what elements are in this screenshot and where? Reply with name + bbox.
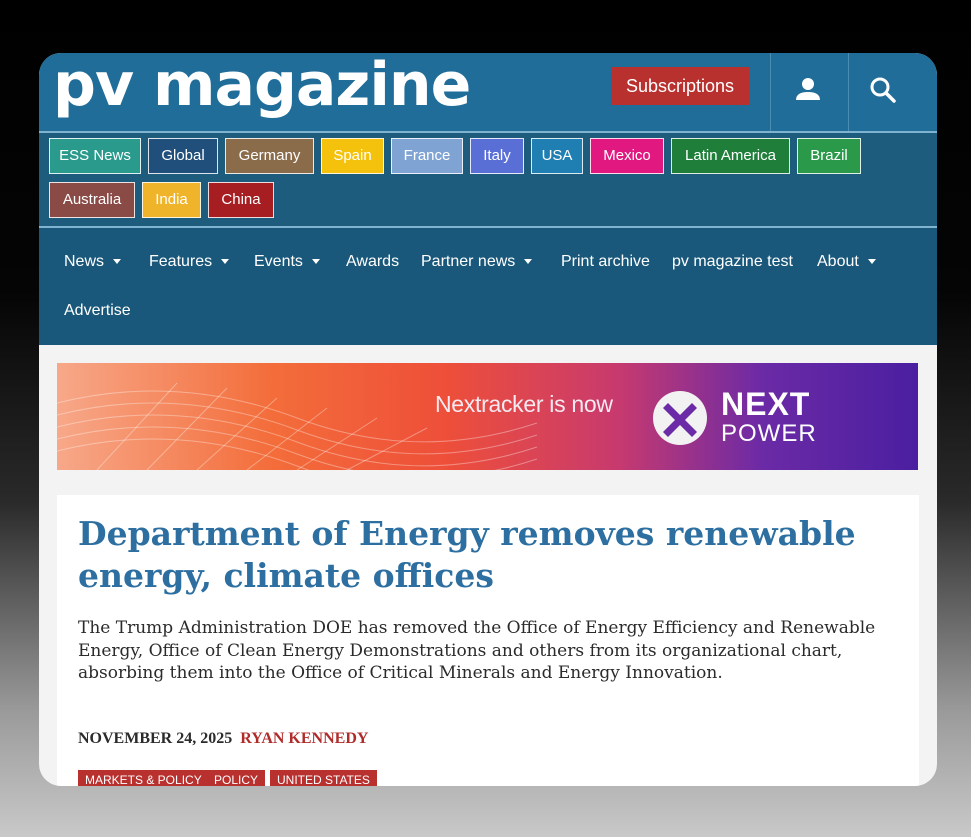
tag-markets-policy[interactable]: MARKETS & POLICY (78, 770, 209, 786)
region-germany[interactable]: Germany (225, 138, 314, 174)
banner-brand-line2: POWER (721, 420, 817, 447)
header-separator (848, 53, 849, 131)
region-italy[interactable]: Italy (470, 138, 524, 174)
chevron-down-icon (221, 259, 230, 265)
tag-united-states[interactable]: UNITED STATES (270, 770, 377, 786)
nav-item-features[interactable]: Features (149, 252, 230, 272)
nextpower-logo-icon (653, 391, 707, 445)
region-australia[interactable]: Australia (49, 182, 135, 218)
user-icon[interactable] (788, 71, 828, 111)
site-logo[interactable]: pv magazine (53, 53, 471, 119)
ad-banner[interactable]: Nextracker is now NEXT POWER (57, 363, 918, 470)
region-latin-america[interactable]: Latin America (671, 138, 790, 174)
nav-item-print-archive[interactable]: Print archive (561, 252, 650, 272)
subscriptions-button[interactable]: Subscriptions (611, 67, 749, 105)
region-india[interactable]: India (142, 182, 201, 218)
browser-frame: pv magazine Subscriptions ESS News Globa… (39, 53, 937, 786)
region-bar: ESS News Global Germany Spain France Ita… (39, 133, 937, 226)
main-nav: News Features Events Awards Partner news… (39, 228, 937, 345)
region-spain[interactable]: Spain (321, 138, 384, 174)
region-brazil[interactable]: Brazil (797, 138, 861, 174)
chevron-down-icon (867, 259, 876, 265)
nav-item-about[interactable]: About (817, 252, 876, 272)
search-icon[interactable] (863, 71, 903, 111)
article-card: Department of Energy removes renewable e… (57, 495, 919, 786)
site-header: pv magazine Subscriptions (39, 53, 937, 131)
region-france[interactable]: France (391, 138, 463, 174)
header-separator (770, 53, 771, 131)
region-usa[interactable]: USA (531, 138, 583, 174)
banner-text: Nextracker is now (435, 391, 613, 417)
nav-item-events[interactable]: Events (254, 252, 320, 272)
article-date: NOVEMBER 24, 2025 (78, 730, 233, 747)
chevron-down-icon (311, 259, 320, 265)
nav-item-advertise[interactable]: Advertise (64, 301, 131, 321)
article-author[interactable]: RYAN KENNEDY (240, 730, 368, 747)
banner-brand-line1: NEXT (721, 386, 811, 422)
nav-item-pv-magazine-test[interactable]: pv magazine test (672, 252, 793, 272)
region-ess-news[interactable]: ESS News (49, 138, 141, 174)
region-china[interactable]: China (208, 182, 274, 218)
nav-item-partner-news[interactable]: Partner news (421, 252, 533, 272)
tag-policy[interactable]: POLICY (207, 770, 266, 786)
region-global[interactable]: Global (148, 138, 218, 174)
article-meta: NOVEMBER 24, 2025 RYAN KENNEDY (78, 729, 368, 749)
chevron-down-icon (113, 259, 122, 265)
article-lead: The Trump Administration DOE has removed… (78, 618, 876, 683)
chevron-down-icon (524, 259, 533, 265)
region-mexico[interactable]: Mexico (590, 138, 664, 174)
nav-item-news[interactable]: News (64, 252, 122, 272)
nav-item-awards[interactable]: Awards (346, 252, 399, 272)
article-title[interactable]: Department of Energy removes renewable e… (78, 513, 908, 597)
